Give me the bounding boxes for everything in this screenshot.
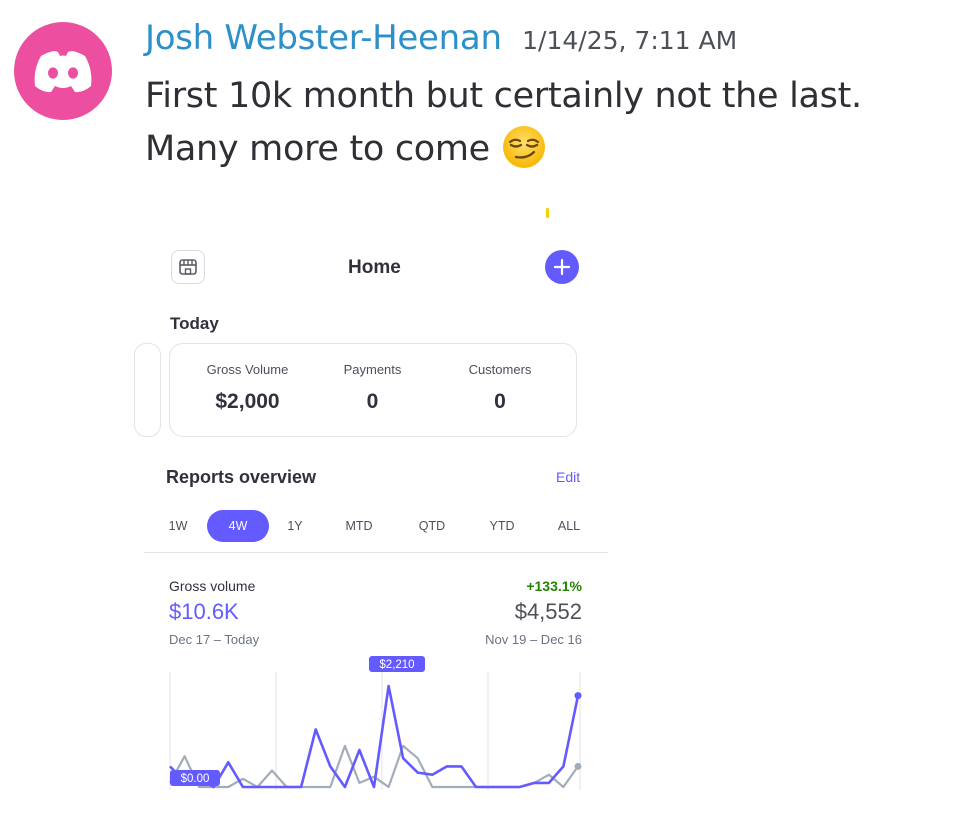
previous-period-endpoint [574,762,582,770]
max-value-label: $2,210 [379,659,414,671]
today-stats-card[interactable]: Gross Volume $2,000 Payments 0 Customers… [169,343,577,437]
author-name[interactable]: Josh Webster-Heenan [145,18,502,58]
stat-label: Payments [343,362,402,377]
edit-link[interactable]: Edit [556,469,580,485]
tab-1w[interactable]: 1W [162,510,194,542]
tab-4w[interactable]: 4W [207,510,269,542]
message-body: First 10k month but certainly not the la… [145,70,960,176]
message-header: Josh Webster-Heenan 1/14/25, 7:11 AM [145,18,737,58]
tab-mtd[interactable]: MTD [338,510,380,542]
stat-value: $2,000 [215,390,280,413]
gross-volume-value: $10.6K [169,599,239,624]
dashboard-screenshot[interactable]: Home Today Gross Volume $2,000 Payments … [134,230,608,790]
storefront-icon[interactable] [171,250,205,284]
stat-value: 0 [494,390,506,413]
previous-period-range: Nov 19 – Dec 16 [485,632,582,647]
current-period-endpoint [574,692,582,700]
stat-label: Gross Volume [206,362,289,377]
tab-ytd[interactable]: YTD [482,510,522,542]
reports-heading: Reports overview [166,467,317,487]
divider [144,552,608,553]
max-value-tag: $2,210 [369,656,425,672]
plus-icon[interactable] [545,250,579,284]
tab-qtd[interactable]: QTD [412,510,452,542]
min-value-label: $0.00 [181,773,210,785]
today-heading: Today [170,314,219,333]
current-period-line [169,684,580,789]
stat-value: 0 [366,390,379,413]
tab-all[interactable]: ALL [550,510,588,542]
gross-volume-label: Gross volume [169,578,256,594]
message-timestamp: 1/14/25, 7:11 AM [522,26,738,55]
stat-label: Customers [468,362,532,377]
gross-volume-change: +133.1% [526,578,582,594]
gross-volume-range: Dec 17 – Today [169,632,260,647]
tab-1y[interactable]: 1Y [280,510,310,542]
sparkle-mark [546,208,549,218]
stat-payments: Payments 0 [320,362,425,414]
previous-period-value: $4,552 [514,599,582,624]
stat-gross-volume: Gross Volume $2,000 [190,362,305,414]
page-title: Home [348,257,401,278]
smirking-face-emoji [501,124,547,170]
previous-card-edge[interactable] [134,343,161,437]
min-value-tag: $0.00 [170,770,220,786]
discord-logo-icon[interactable] [14,22,112,120]
stat-customers: Customers 0 [445,362,555,414]
gross-volume-chart[interactable]: $2,210 $0.00 [144,650,608,790]
